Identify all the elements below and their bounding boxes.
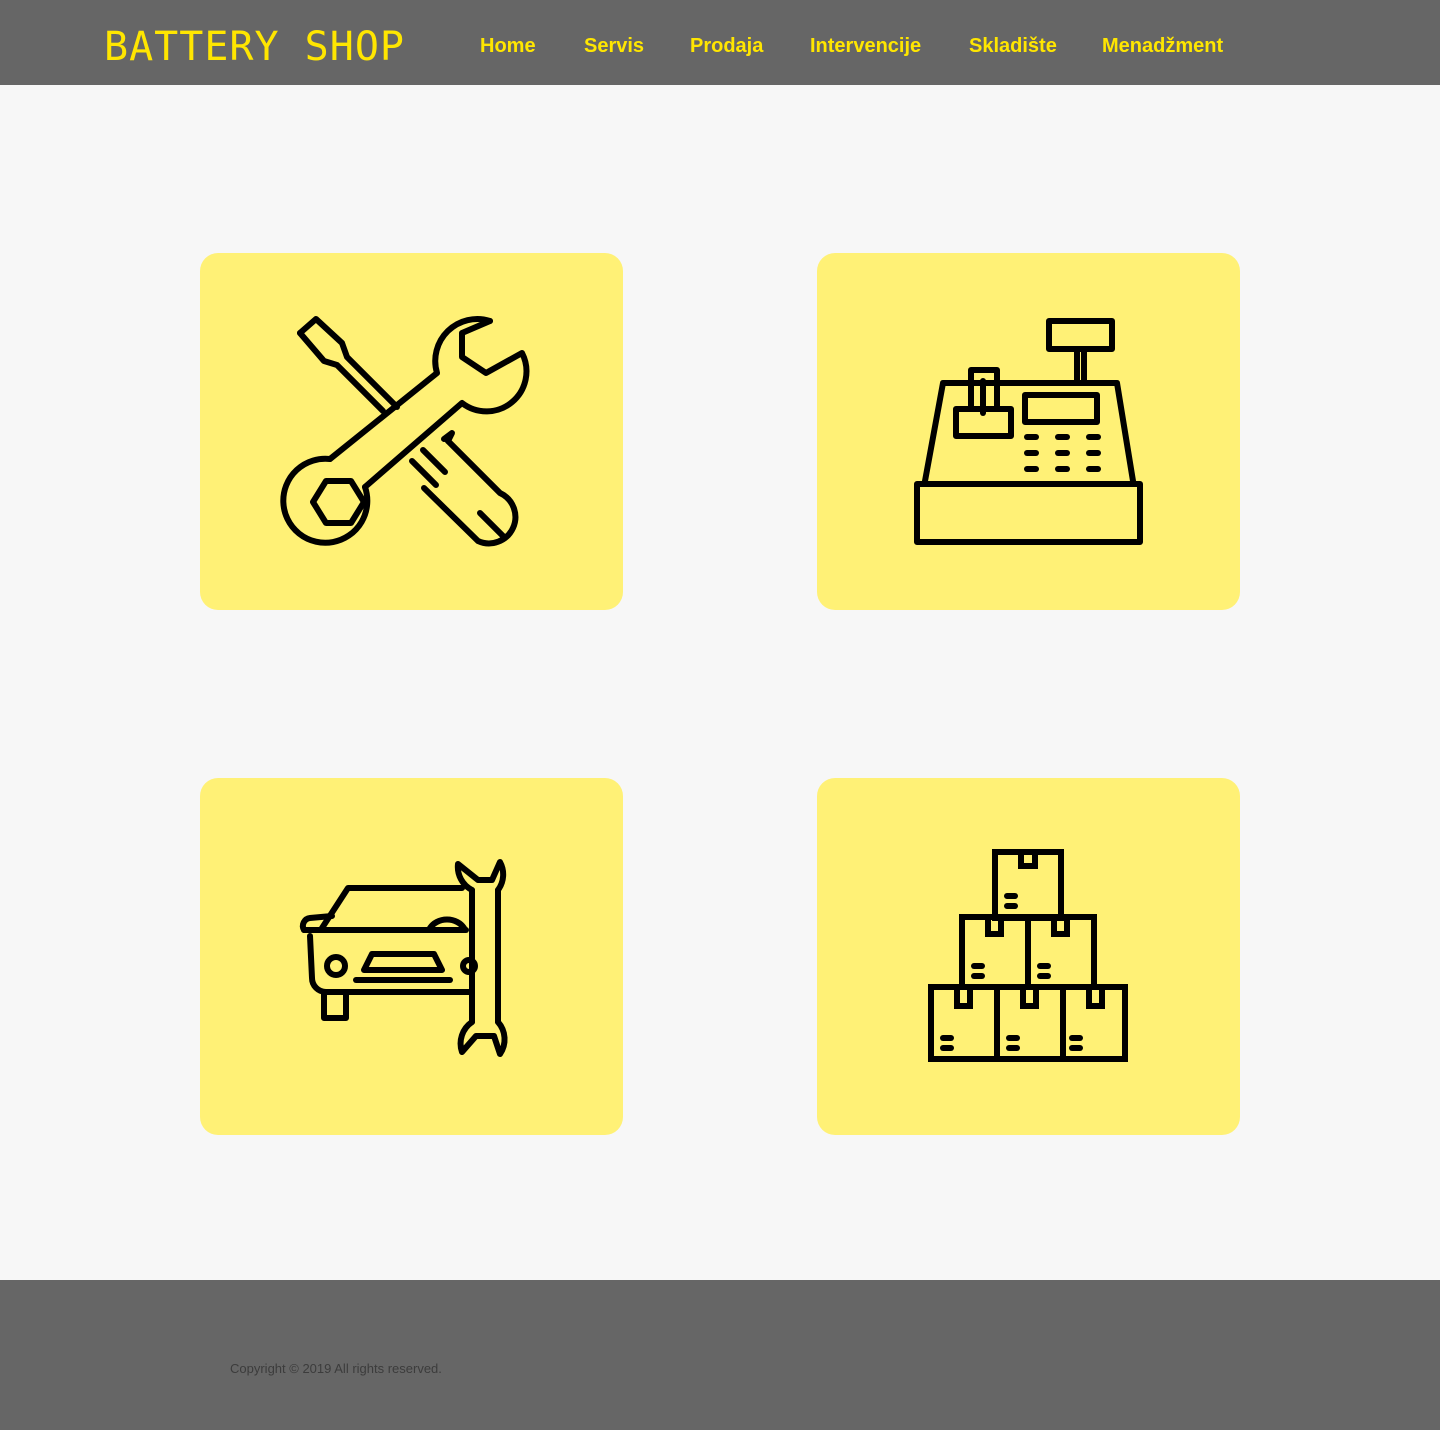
card-prodaja[interactable] — [817, 253, 1240, 610]
site-logo[interactable]: BATTERY SHOP — [104, 22, 405, 72]
card-intervencije[interactable] — [200, 778, 623, 1135]
site-header: BATTERY SHOP Home Servis Prodaja Interve… — [0, 0, 1440, 85]
site-footer: Copyright © 2019 All rights reserved. — [0, 1280, 1440, 1430]
tools-icon — [280, 316, 530, 547]
nav-skladiste[interactable]: Skladište — [969, 33, 1057, 59]
copyright-text: Copyright © 2019 All rights reserved. — [230, 1361, 442, 1376]
card-servis[interactable] — [200, 253, 623, 610]
boxes-icon — [928, 849, 1128, 1062]
cash-register-icon — [914, 318, 1143, 545]
car-repair-icon — [299, 859, 508, 1057]
card-skladiste[interactable] — [817, 778, 1240, 1135]
nav-intervencije[interactable]: Intervencije — [810, 33, 921, 59]
nav-menadzment[interactable]: Menadžment — [1102, 33, 1223, 59]
nav-servis[interactable]: Servis — [584, 33, 644, 59]
nav-home[interactable]: Home — [480, 33, 536, 59]
nav-prodaja[interactable]: Prodaja — [690, 33, 763, 59]
